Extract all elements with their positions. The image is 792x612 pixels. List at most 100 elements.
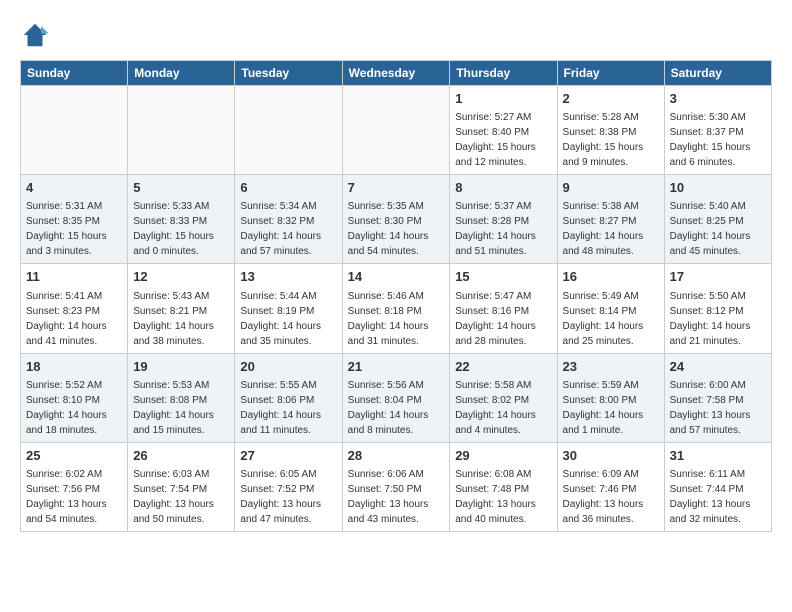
calendar-cell: 25Sunrise: 6:02 AM Sunset: 7:56 PM Dayli…: [21, 442, 128, 531]
day-number: 9: [563, 179, 659, 197]
day-number: 27: [240, 447, 336, 465]
day-info: Sunrise: 5:43 AM Sunset: 8:21 PM Dayligh…: [133, 291, 214, 347]
day-number: 2: [563, 90, 659, 108]
day-number: 20: [240, 358, 336, 376]
day-info: Sunrise: 5:44 AM Sunset: 8:19 PM Dayligh…: [240, 291, 321, 347]
day-info: Sunrise: 6:09 AM Sunset: 7:46 PM Dayligh…: [563, 469, 644, 525]
day-number: 6: [240, 179, 336, 197]
logo: [20, 20, 54, 50]
day-number: 22: [455, 358, 551, 376]
day-number: 26: [133, 447, 229, 465]
calendar-body: 1 Sunrise: 5:27 AM Sunset: 8:40 PM Daylig…: [21, 86, 772, 532]
calendar-cell: 28Sunrise: 6:06 AM Sunset: 7:50 PM Dayli…: [342, 442, 450, 531]
calendar-cell: 2 Sunrise: 5:28 AM Sunset: 8:38 PM Daylig…: [557, 86, 664, 175]
calendar-cell: [21, 86, 128, 175]
day-info: Sunrise: 6:03 AM Sunset: 7:54 PM Dayligh…: [133, 469, 214, 525]
calendar-cell: 9 Sunrise: 5:38 AM Sunset: 8:27 PM Daylig…: [557, 175, 664, 264]
calendar-week-row: 4 Sunrise: 5:31 AM Sunset: 8:35 PM Daylig…: [21, 175, 772, 264]
weekday-monday: Monday: [128, 61, 235, 86]
day-number: 14: [348, 268, 445, 286]
logo-icon: [20, 20, 50, 50]
weekday-wednesday: Wednesday: [342, 61, 450, 86]
calendar-cell: 18Sunrise: 5:52 AM Sunset: 8:10 PM Dayli…: [21, 353, 128, 442]
calendar-cell: 20 Sunrise: 5:55 AM Sunset: 8:06 PM Dayli…: [235, 353, 342, 442]
day-number: 7: [348, 179, 445, 197]
day-info: Sunrise: 6:11 AM Sunset: 7:44 PM Dayligh…: [670, 469, 751, 525]
calendar-cell: [235, 86, 342, 175]
day-number: 3: [670, 90, 766, 108]
weekday-saturday: Saturday: [664, 61, 771, 86]
calendar-cell: 24 Sunrise: 6:00 AM Sunset: 7:58 PM Dayli…: [664, 353, 771, 442]
day-info: Sunrise: 5:30 AM Sunset: 8:37 PM Dayligh…: [670, 112, 751, 168]
day-info: Sunrise: 5:49 AM Sunset: 8:14 PM Dayligh…: [563, 291, 644, 347]
calendar-cell: 13Sunrise: 5:44 AM Sunset: 8:19 PM Dayli…: [235, 264, 342, 353]
calendar-week-row: 11 Sunrise: 5:41 AM Sunset: 8:23 PM Dayli…: [21, 264, 772, 353]
day-info: Sunrise: 5:38 AM Sunset: 8:27 PM Dayligh…: [563, 201, 644, 257]
day-info: Sunrise: 5:40 AM Sunset: 8:25 PM Dayligh…: [670, 201, 751, 257]
calendar-cell: 22 Sunrise: 5:58 AM Sunset: 8:02 PM Dayli…: [450, 353, 557, 442]
calendar-cell: 23 Sunrise: 5:59 AM Sunset: 8:00 PM Dayli…: [557, 353, 664, 442]
day-number: 25: [26, 447, 122, 465]
calendar-cell: 17 Sunrise: 5:50 AM Sunset: 8:12 PM Dayli…: [664, 264, 771, 353]
calendar-cell: 11 Sunrise: 5:41 AM Sunset: 8:23 PM Dayli…: [21, 264, 128, 353]
calendar-cell: 16Sunrise: 5:49 AM Sunset: 8:14 PM Dayli…: [557, 264, 664, 353]
weekday-sunday: Sunday: [21, 61, 128, 86]
day-number: 24: [670, 358, 766, 376]
calendar-cell: 4 Sunrise: 5:31 AM Sunset: 8:35 PM Daylig…: [21, 175, 128, 264]
day-number: 23: [563, 358, 659, 376]
weekday-thursday: Thursday: [450, 61, 557, 86]
day-info: Sunrise: 5:58 AM Sunset: 8:02 PM Dayligh…: [455, 380, 536, 436]
calendar-cell: 12 Sunrise: 5:43 AM Sunset: 8:21 PM Dayli…: [128, 264, 235, 353]
day-info: Sunrise: 5:34 AM Sunset: 8:32 PM Dayligh…: [240, 201, 321, 257]
day-info: Sunrise: 5:55 AM Sunset: 8:06 PM Dayligh…: [240, 380, 321, 436]
day-info: Sunrise: 5:27 AM Sunset: 8:40 PM Dayligh…: [455, 112, 536, 168]
calendar-cell: 8 Sunrise: 5:37 AM Sunset: 8:28 PM Daylig…: [450, 175, 557, 264]
weekday-header-row: SundayMondayTuesdayWednesdayThursdayFrid…: [21, 61, 772, 86]
calendar-cell: 10 Sunrise: 5:40 AM Sunset: 8:25 PM Dayli…: [664, 175, 771, 264]
day-number: 29: [455, 447, 551, 465]
calendar-cell: 14 Sunrise: 5:46 AM Sunset: 8:18 PM Dayli…: [342, 264, 450, 353]
day-info: Sunrise: 5:46 AM Sunset: 8:18 PM Dayligh…: [348, 291, 429, 347]
day-info: Sunrise: 5:33 AM Sunset: 8:33 PM Dayligh…: [133, 201, 214, 257]
day-number: 17: [670, 268, 766, 286]
calendar-week-row: 25Sunrise: 6:02 AM Sunset: 7:56 PM Dayli…: [21, 442, 772, 531]
calendar-cell: 26 Sunrise: 6:03 AM Sunset: 7:54 PM Dayli…: [128, 442, 235, 531]
day-number: 1: [455, 90, 551, 108]
day-number: 12: [133, 268, 229, 286]
day-info: Sunrise: 5:47 AM Sunset: 8:16 PM Dayligh…: [455, 291, 536, 347]
day-info: Sunrise: 5:59 AM Sunset: 8:00 PM Dayligh…: [563, 380, 644, 436]
calendar-cell: 15 Sunrise: 5:47 AM Sunset: 8:16 PM Dayli…: [450, 264, 557, 353]
day-info: Sunrise: 5:50 AM Sunset: 8:12 PM Dayligh…: [670, 291, 751, 347]
day-info: Sunrise: 5:28 AM Sunset: 8:38 PM Dayligh…: [563, 112, 644, 168]
day-number: 30: [563, 447, 659, 465]
day-number: 11: [26, 268, 122, 286]
day-info: Sunrise: 5:53 AM Sunset: 8:08 PM Dayligh…: [133, 380, 214, 436]
day-number: 5: [133, 179, 229, 197]
page-header: [20, 20, 772, 50]
day-info: Sunrise: 6:08 AM Sunset: 7:48 PM Dayligh…: [455, 469, 536, 525]
calendar-cell: 29 Sunrise: 6:08 AM Sunset: 7:48 PM Dayli…: [450, 442, 557, 531]
day-info: Sunrise: 5:56 AM Sunset: 8:04 PM Dayligh…: [348, 380, 429, 436]
day-number: 31: [670, 447, 766, 465]
calendar-cell: 5 Sunrise: 5:33 AM Sunset: 8:33 PM Daylig…: [128, 175, 235, 264]
calendar-cell: 19 Sunrise: 5:53 AM Sunset: 8:08 PM Dayli…: [128, 353, 235, 442]
calendar-cell: [128, 86, 235, 175]
day-info: Sunrise: 5:37 AM Sunset: 8:28 PM Dayligh…: [455, 201, 536, 257]
day-info: Sunrise: 6:00 AM Sunset: 7:58 PM Dayligh…: [670, 380, 751, 436]
calendar-cell: 27 Sunrise: 6:05 AM Sunset: 7:52 PM Dayli…: [235, 442, 342, 531]
day-number: 18: [26, 358, 122, 376]
calendar-cell: 1 Sunrise: 5:27 AM Sunset: 8:40 PM Daylig…: [450, 86, 557, 175]
day-number: 19: [133, 358, 229, 376]
calendar-week-row: 18Sunrise: 5:52 AM Sunset: 8:10 PM Dayli…: [21, 353, 772, 442]
day-number: 4: [26, 179, 122, 197]
day-info: Sunrise: 5:31 AM Sunset: 8:35 PM Dayligh…: [26, 201, 107, 257]
day-number: 8: [455, 179, 551, 197]
weekday-tuesday: Tuesday: [235, 61, 342, 86]
day-number: 10: [670, 179, 766, 197]
day-number: 15: [455, 268, 551, 286]
calendar-cell: 3 Sunrise: 5:30 AM Sunset: 8:37 PM Daylig…: [664, 86, 771, 175]
day-info: Sunrise: 6:05 AM Sunset: 7:52 PM Dayligh…: [240, 469, 321, 525]
calendar-cell: 7Sunrise: 5:35 AM Sunset: 8:30 PM Daylig…: [342, 175, 450, 264]
day-info: Sunrise: 5:41 AM Sunset: 8:23 PM Dayligh…: [26, 291, 107, 347]
calendar-cell: 6 Sunrise: 5:34 AM Sunset: 8:32 PM Daylig…: [235, 175, 342, 264]
